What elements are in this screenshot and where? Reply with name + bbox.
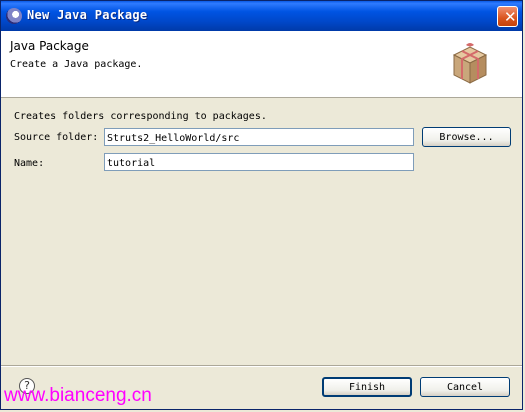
source-folder-label: Source folder: (14, 132, 98, 143)
cancel-button[interactable]: Cancel (420, 377, 510, 397)
dialog-window: New Java Package ✕ Java Package Create a… (0, 0, 523, 410)
finish-button[interactable]: Finish (322, 377, 412, 397)
package-icon (452, 43, 488, 84)
eclipse-icon (6, 8, 22, 24)
close-button[interactable]: ✕ (497, 6, 518, 27)
package-name-input[interactable] (104, 153, 414, 171)
footer-divider (1, 365, 522, 367)
name-label: Name: (14, 158, 44, 169)
browse-button[interactable]: Browse... (422, 127, 511, 147)
title-bar[interactable]: New Java Package ✕ (1, 1, 522, 31)
close-icon: ✕ (504, 8, 517, 26)
window-title: New Java Package (27, 8, 148, 22)
form-description: Creates folders corresponding to package… (14, 111, 267, 122)
source-folder-input[interactable] (104, 128, 414, 146)
wizard-header: Java Package Create a Java package. (1, 31, 522, 98)
wizard-description: Create a Java package. (10, 59, 143, 70)
name-label-text: Name: (14, 158, 45, 169)
wizard-title: Java Package (10, 39, 89, 53)
source-folder-label-text: Source folder: (14, 132, 99, 143)
watermark-text: www.bianceng.cn (4, 385, 152, 406)
